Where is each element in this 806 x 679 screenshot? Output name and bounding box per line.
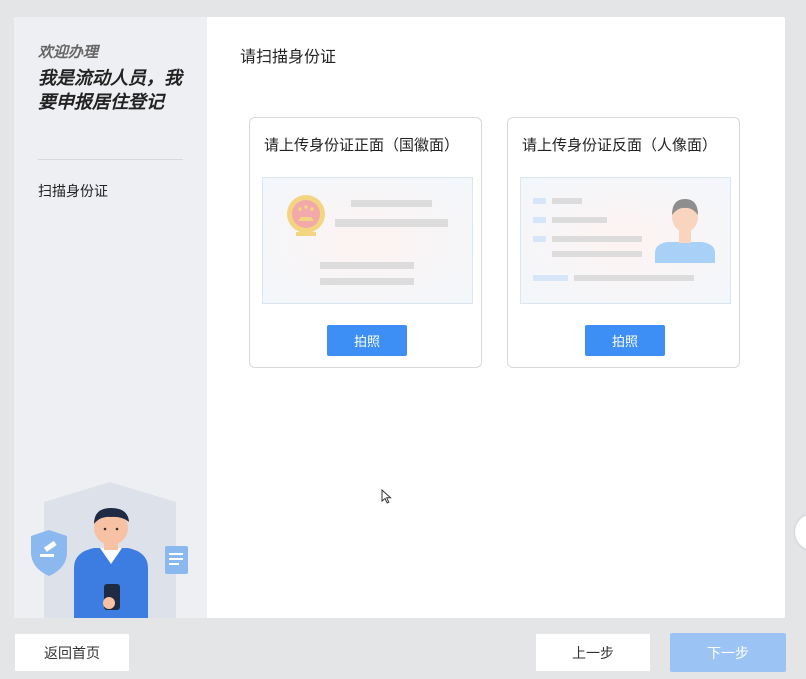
- side-scroll-handle[interactable]: [795, 514, 806, 550]
- service-headline: 我是流动人员，我要申报居住登记: [38, 68, 182, 113]
- sidebar-step-scan-id: 扫描身份证: [38, 184, 108, 200]
- mouse-cursor-icon: [381, 489, 392, 504]
- main-content: 请扫描身份证 请上传身份证正面（国徽面） 拍照 请上传身份证反面（人像面） 拍照: [207, 17, 785, 618]
- resident-illustration: [31, 482, 188, 618]
- id-card-front-image: [262, 177, 473, 304]
- sidebar: 欢迎办理 我是流动人员，我要申报居住登记 扫描身份证: [14, 17, 207, 618]
- next-step-button[interactable]: 下一步: [670, 633, 786, 672]
- take-photo-front-button[interactable]: 拍照: [327, 325, 407, 356]
- back-to-home-button[interactable]: 返回首页: [14, 633, 130, 672]
- take-photo-back-button[interactable]: 拍照: [585, 325, 665, 356]
- main-panel: 欢迎办理 我是流动人员，我要申报居住登记 扫描身份证 请扫描身份证 请上传身份证…: [14, 17, 785, 618]
- id-back-card: 请上传身份证反面（人像面） 拍照: [507, 117, 740, 368]
- id-card-back-image: [520, 177, 731, 304]
- previous-step-button[interactable]: 上一步: [535, 633, 651, 672]
- welcome-text: 欢迎办理: [38, 43, 99, 61]
- id-front-title: 请上传身份证正面（国徽面）: [264, 136, 460, 154]
- document-icon: [165, 546, 188, 574]
- sidebar-divider: [38, 159, 183, 160]
- page-title: 请扫描身份证: [240, 47, 337, 66]
- id-back-title: 请上传身份证反面（人像面）: [522, 136, 718, 154]
- id-front-card: 请上传身份证正面（国徽面） 拍照: [249, 117, 482, 368]
